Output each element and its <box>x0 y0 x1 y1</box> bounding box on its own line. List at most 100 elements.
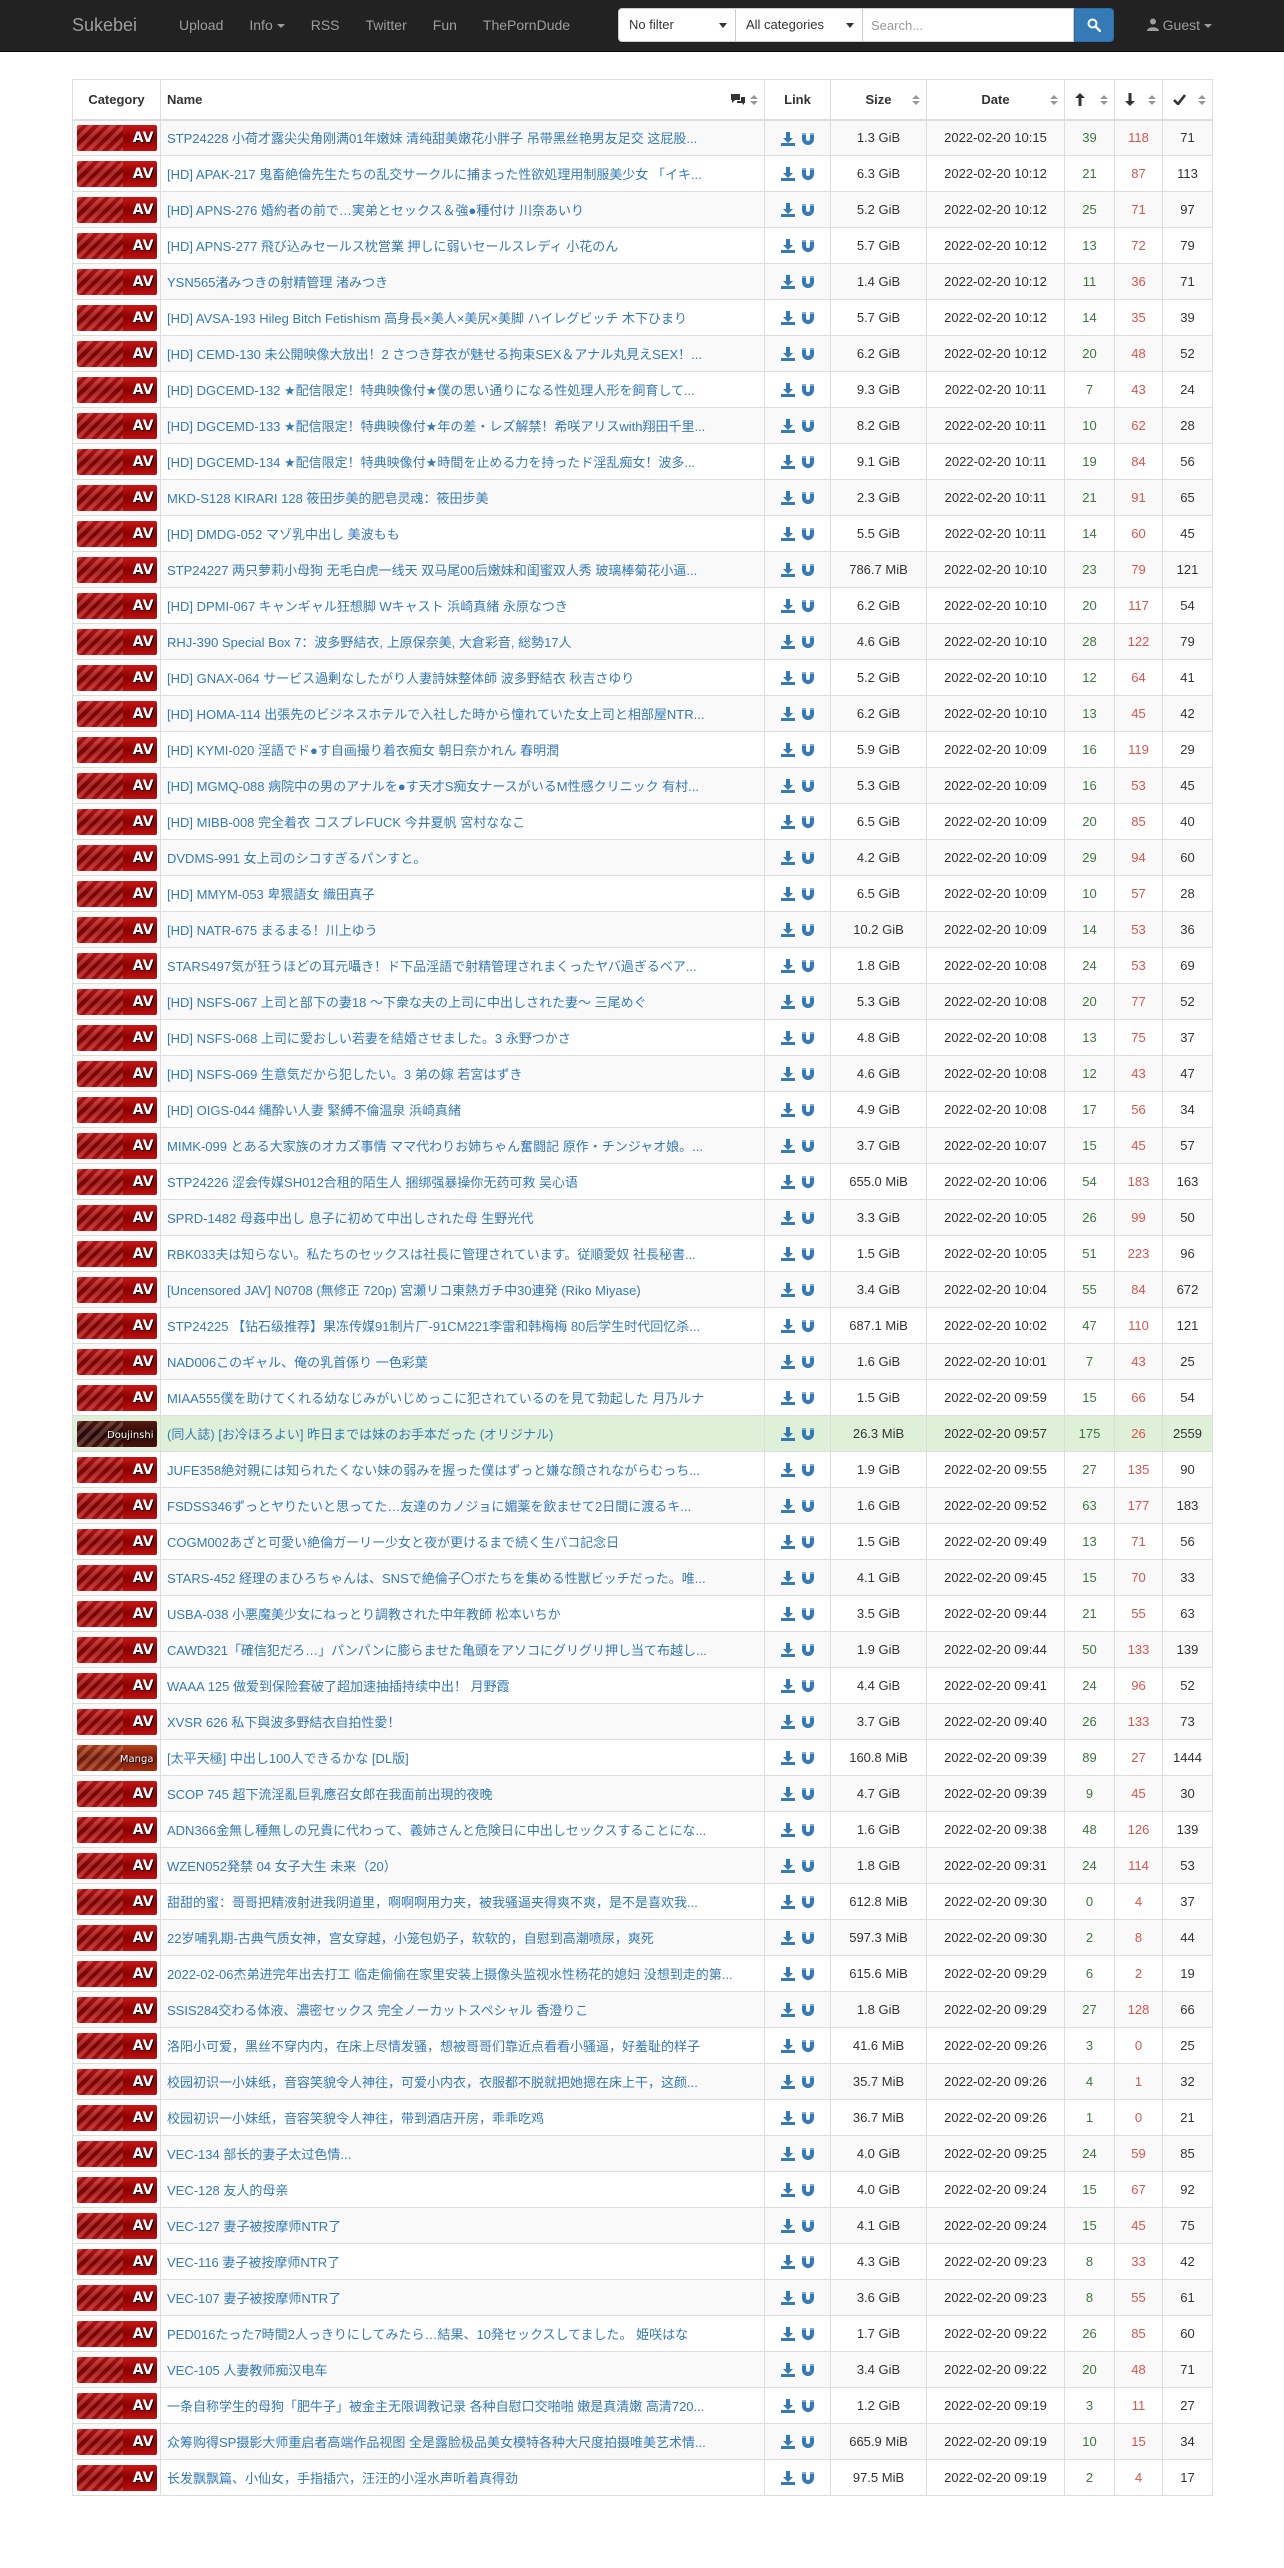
magnet-icon[interactable] <box>801 563 815 577</box>
download-icon[interactable] <box>780 167 795 182</box>
download-icon[interactable] <box>780 635 795 650</box>
category-badge-manga[interactable]: Manga <box>76 1744 157 1771</box>
magnet-icon[interactable] <box>801 383 815 397</box>
download-icon[interactable] <box>780 2111 795 2126</box>
download-icon[interactable] <box>780 563 795 578</box>
download-icon[interactable] <box>780 419 795 434</box>
torrent-name-link[interactable]: SSIS284交わる体液、濃密セックス 完全ノーカットスペシャル 香澄りこ <box>167 2000 758 2019</box>
torrent-name-link[interactable]: 校园初识一小妹纸，音容笑貌令人神往，可爱小内衣，衣服都不脱就把她摁在床上干，这颜… <box>167 2072 758 2091</box>
category-badge-av[interactable]: AV <box>76 2428 157 2455</box>
category-badge-av[interactable]: AV <box>76 1528 157 1555</box>
download-icon[interactable] <box>780 923 795 938</box>
download-icon[interactable] <box>780 2399 795 2414</box>
col-size[interactable]: Size <box>830 79 927 121</box>
category-badge-av[interactable]: AV <box>76 808 157 835</box>
download-icon[interactable] <box>780 2255 795 2270</box>
category-badge-av[interactable]: AV <box>76 700 157 727</box>
download-icon[interactable] <box>780 599 795 614</box>
download-icon[interactable] <box>780 743 795 758</box>
category-badge-av[interactable]: AV <box>76 1168 157 1195</box>
col-name[interactable]: Name <box>160 79 765 121</box>
torrent-name-link[interactable]: [HD] MIBB-008 完全着衣 コスプレFUCK 今井夏帆 宮村ななこ <box>167 812 758 831</box>
torrent-name-link[interactable]: VEC-134 部长的妻子太过色情... <box>167 2144 758 2163</box>
magnet-icon[interactable] <box>801 1859 815 1873</box>
torrent-name-link[interactable]: [HD] APAK-217 鬼畜絶倫先生たちの乱交サークルに捕まった性欲処理用制… <box>167 164 758 183</box>
download-icon[interactable] <box>780 455 795 470</box>
download-icon[interactable] <box>780 275 795 290</box>
torrent-name-link[interactable]: [Uncensored JAV] N0708 (無修正 720p) 宮瀬リコ東熱… <box>167 1280 758 1299</box>
category-badge-av[interactable]: AV <box>76 1384 157 1411</box>
magnet-icon[interactable] <box>801 2255 815 2269</box>
download-icon[interactable] <box>780 2075 795 2090</box>
category-badge-av[interactable]: AV <box>76 2464 157 2491</box>
category-badge-av[interactable]: AV <box>76 736 157 763</box>
category-badge-av[interactable]: AV <box>76 1960 157 1987</box>
magnet-icon[interactable] <box>801 455 815 469</box>
torrent-name-link[interactable]: NAD006このギャル、俺の乳首係り 一色彩葉 <box>167 1352 758 1371</box>
category-badge-av[interactable]: AV <box>76 1024 157 1051</box>
download-icon[interactable] <box>780 239 795 254</box>
category-badge-av[interactable]: AV <box>76 1456 157 1483</box>
download-icon[interactable] <box>780 1931 795 1946</box>
download-icon[interactable] <box>780 995 795 1010</box>
magnet-icon[interactable] <box>801 132 815 146</box>
category-badge-av[interactable]: AV <box>76 1708 157 1735</box>
torrent-name-link[interactable]: (同人誌) [お冷ほろよい] 昨日までは妹のお手本だった (オリジナル) <box>167 1424 758 1443</box>
magnet-icon[interactable] <box>801 1355 815 1369</box>
torrent-name-link[interactable]: CAWD321「確信犯だろ…」パンパンに膨らませた亀頭をアソコにグリグリ押し当て… <box>167 1640 758 1659</box>
magnet-icon[interactable] <box>801 779 815 793</box>
download-icon[interactable] <box>780 527 795 542</box>
magnet-icon[interactable] <box>801 1535 815 1549</box>
category-badge-av[interactable]: AV <box>76 2356 157 2383</box>
magnet-icon[interactable] <box>801 1895 815 1909</box>
magnet-icon[interactable] <box>801 2435 815 2449</box>
download-icon[interactable] <box>780 959 795 974</box>
category-badge-av[interactable]: AV <box>76 196 157 223</box>
download-icon[interactable] <box>780 2471 795 2486</box>
download-icon[interactable] <box>780 1463 795 1478</box>
search-button[interactable] <box>1074 8 1114 42</box>
col-date[interactable]: Date <box>926 79 1065 121</box>
download-icon[interactable] <box>780 1067 795 1082</box>
torrent-name-link[interactable]: MKD-S128 KIRARI 128 筱田步美的肥皂灵魂：筱田步美 <box>167 488 758 507</box>
magnet-icon[interactable] <box>801 239 815 253</box>
download-icon[interactable] <box>780 1859 795 1874</box>
category-badge-av[interactable]: AV <box>76 1204 157 1231</box>
download-icon[interactable] <box>780 383 795 398</box>
torrent-name-link[interactable]: XVSR 626 私下與波多野結衣自拍性愛！ <box>167 1712 758 1731</box>
download-icon[interactable] <box>780 1823 795 1838</box>
download-icon[interactable] <box>780 1031 795 1046</box>
magnet-icon[interactable] <box>801 2363 815 2377</box>
magnet-icon[interactable] <box>801 167 815 181</box>
magnet-icon[interactable] <box>801 815 815 829</box>
magnet-icon[interactable] <box>801 2111 815 2125</box>
download-icon[interactable] <box>780 1175 795 1190</box>
torrent-name-link[interactable]: JUFE358絶対親には知られたくない妹の弱みを握った僕はずっと嫌な顔されながら… <box>167 1460 758 1479</box>
category-badge-doujinshi[interactable]: Doujinshi <box>76 1420 157 1447</box>
torrent-name-link[interactable]: VEC-116 妻子被按摩师NTR了 <box>167 2252 758 2271</box>
magnet-icon[interactable] <box>801 275 815 289</box>
nav-rss[interactable]: RSS <box>298 0 353 51</box>
download-icon[interactable] <box>780 1247 795 1262</box>
torrent-name-link[interactable]: MIMK-099 とある大家族のオカズ事情 ママ代わりお姉ちゃん奮闘記 原作・チ… <box>167 1136 758 1155</box>
magnet-icon[interactable] <box>801 1823 815 1837</box>
torrent-name-link[interactable]: STP24227 两只萝莉小母狗 无毛白虎一线天 双马尾00后嫩妹和闺蜜双人秀 … <box>167 560 758 579</box>
category-badge-av[interactable]: AV <box>76 1600 157 1627</box>
torrent-name-link[interactable]: SCOP 745 超下流淫亂巨乳應召女郎在我面前出現的夜晚 <box>167 1784 758 1803</box>
magnet-icon[interactable] <box>801 1211 815 1225</box>
magnet-icon[interactable] <box>801 1967 815 1981</box>
torrent-name-link[interactable]: RHJ-390 Special Box 7：波多野結衣, 上原保奈美, 大倉彩音… <box>167 632 758 651</box>
torrent-name-link[interactable]: 长发飘飘篇、小仙女，手指插穴，汪汪的小淫水声听着真得劲 <box>167 2468 758 2487</box>
category-badge-av[interactable]: AV <box>76 2176 157 2203</box>
magnet-icon[interactable] <box>801 995 815 1009</box>
magnet-icon[interactable] <box>801 1175 815 1189</box>
magnet-icon[interactable] <box>801 419 815 433</box>
magnet-icon[interactable] <box>801 1031 815 1045</box>
download-icon[interactable] <box>780 491 795 506</box>
magnet-icon[interactable] <box>801 923 815 937</box>
download-icon[interactable] <box>780 1211 795 1226</box>
torrent-name-link[interactable]: WAAA 125 做爱到保险套破了超加速抽插持续中出！ 月野霞 <box>167 1676 758 1695</box>
download-icon[interactable] <box>780 1535 795 1550</box>
download-icon[interactable] <box>780 1103 795 1118</box>
torrent-name-link[interactable]: WZEN052発禁 04 女子大生 未来（20） <box>167 1856 758 1875</box>
